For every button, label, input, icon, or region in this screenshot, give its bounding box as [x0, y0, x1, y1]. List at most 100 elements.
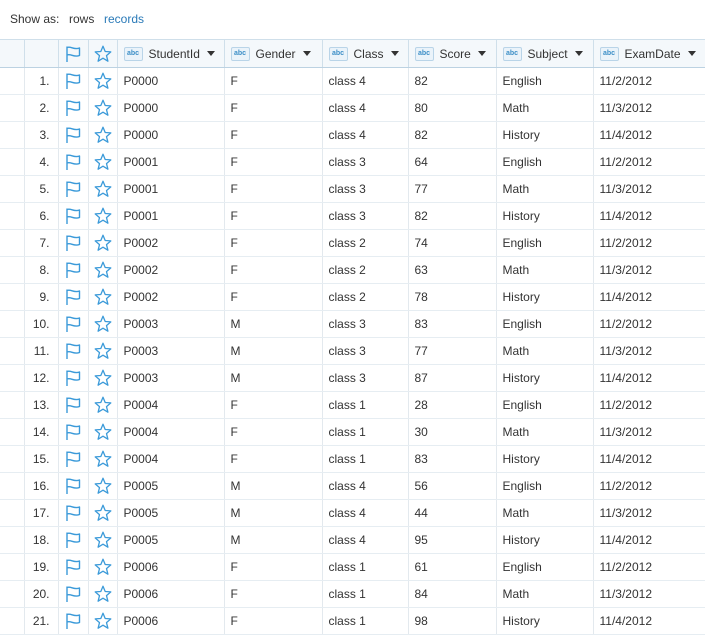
cell-score: 61 [408, 553, 497, 581]
row-flag-toggle[interactable] [58, 256, 89, 284]
row-flag-toggle[interactable] [58, 499, 89, 527]
row-number: 12. [24, 364, 59, 392]
table-row[interactable]: 18. P0005 Mclass 4 95 History 11/4/2012 [0, 526, 705, 554]
row-flag-toggle[interactable] [58, 526, 89, 554]
flag-icon [66, 154, 81, 170]
cell-gender: F [224, 553, 323, 581]
row-flag-toggle[interactable] [58, 310, 89, 338]
row-star-toggle[interactable] [88, 526, 118, 554]
show-as-rows-option[interactable]: rows [69, 12, 94, 26]
row-star-toggle[interactable] [88, 256, 118, 284]
row-flag-toggle[interactable] [58, 283, 89, 311]
table-row[interactable]: 11. P0003 Mclass 3 77 Math 11/3/2012 [0, 337, 705, 365]
row-flag-toggle[interactable] [58, 418, 89, 446]
row-flag-toggle[interactable] [58, 445, 89, 473]
row-star-toggle[interactable] [88, 364, 118, 392]
flag-icon [66, 73, 81, 89]
row-spacer [0, 499, 25, 527]
column-header-studentid[interactable]: abc StudentId [117, 39, 225, 68]
row-star-toggle[interactable] [88, 283, 118, 311]
column-menu-caret-icon[interactable] [574, 51, 583, 56]
table-row[interactable]: 20. P0006 Fclass 1 84 Math 11/3/2012 [0, 580, 705, 608]
column-menu-caret-icon[interactable] [687, 51, 696, 56]
table-row[interactable]: 8. P0002 Fclass 2 63 Math 11/3/2012 [0, 256, 705, 284]
row-flag-toggle[interactable] [58, 391, 89, 419]
row-flag-toggle[interactable] [58, 607, 89, 635]
show-as-records-option[interactable]: records [104, 12, 144, 26]
table-row[interactable]: 12. P0003 Mclass 3 87 History 11/4/2012 [0, 364, 705, 392]
row-star-toggle[interactable] [88, 229, 118, 257]
column-header-gender[interactable]: abc Gender [224, 39, 323, 68]
star-icon [94, 396, 111, 413]
table-row[interactable]: 9. P0002 Fclass 2 78 History 11/4/2012 [0, 283, 705, 311]
row-star-toggle[interactable] [88, 472, 118, 500]
cell-studentid: P0001 [117, 175, 225, 203]
column-header-examdate[interactable]: abc ExamDate [593, 39, 705, 68]
table-row[interactable]: 16. P0005 Mclass 4 56 English 11/2/2012 [0, 472, 705, 500]
table-row[interactable]: 13. P0004 Fclass 1 28 English 11/2/2012 [0, 391, 705, 419]
row-flag-toggle[interactable] [58, 337, 89, 365]
table-row[interactable]: 4. P0001 Fclass 3 64 English 11/2/2012 [0, 148, 705, 176]
row-star-toggle[interactable] [88, 202, 118, 230]
row-star-toggle[interactable] [88, 607, 118, 635]
flag-icon [66, 45, 81, 62]
row-spacer [0, 310, 25, 338]
column-menu-caret-icon[interactable] [302, 51, 311, 56]
column-menu-caret-icon[interactable] [477, 51, 486, 56]
column-menu-caret-icon[interactable] [390, 51, 399, 56]
row-flag-toggle[interactable] [58, 67, 89, 95]
star-icon [94, 477, 111, 494]
row-flag-toggle[interactable] [58, 553, 89, 581]
row-flag-toggle[interactable] [58, 94, 89, 122]
cell-class: class 1 [322, 445, 409, 473]
table-row[interactable]: 19. P0006 Fclass 1 61 English 11/2/2012 [0, 553, 705, 581]
row-flag-toggle[interactable] [58, 229, 89, 257]
table-row[interactable]: 21. P0006 Fclass 1 98 History 11/4/2012 [0, 607, 705, 635]
table-row[interactable]: 17. P0005 Mclass 4 44 Math 11/3/2012 [0, 499, 705, 527]
row-flag-toggle[interactable] [58, 364, 89, 392]
table-row[interactable]: 5. P0001 Fclass 3 77 Math 11/3/2012 [0, 175, 705, 203]
row-star-toggle[interactable] [88, 67, 118, 95]
row-star-toggle[interactable] [88, 580, 118, 608]
cell-class: class 3 [322, 364, 409, 392]
star-icon [94, 423, 111, 440]
row-star-toggle[interactable] [88, 418, 118, 446]
table-row[interactable]: 7. P0002 Fclass 2 74 English 11/2/2012 [0, 229, 705, 257]
row-star-toggle[interactable] [88, 337, 118, 365]
row-star-toggle[interactable] [88, 445, 118, 473]
table-row[interactable]: 14. P0004 Fclass 1 30 Math 11/3/2012 [0, 418, 705, 446]
table-row[interactable]: 2. P0000 Fclass 4 80 Math 11/3/2012 [0, 94, 705, 122]
row-star-toggle[interactable] [88, 499, 118, 527]
column-header-score[interactable]: abc Score [408, 39, 497, 68]
cell-subject: English [496, 391, 594, 419]
table-row[interactable]: 15. P0004 Fclass 1 83 History 11/4/2012 [0, 445, 705, 473]
row-star-toggle[interactable] [88, 553, 118, 581]
table-row[interactable]: 10. P0003 Mclass 3 83 English 11/2/2012 [0, 310, 705, 338]
table-row[interactable]: 6. P0001 Fclass 3 82 History 11/4/2012 [0, 202, 705, 230]
column-header-subject[interactable]: abc Subject [496, 39, 594, 68]
cell-gender: M [224, 364, 323, 392]
table-row[interactable]: 1. P0000 Fclass 4 82 English 11/2/2012 [0, 67, 705, 95]
row-star-toggle[interactable] [88, 94, 118, 122]
row-star-toggle[interactable] [88, 148, 118, 176]
row-star-toggle[interactable] [88, 121, 118, 149]
row-flag-toggle[interactable] [58, 148, 89, 176]
row-star-toggle[interactable] [88, 175, 118, 203]
row-flag-toggle[interactable] [58, 580, 89, 608]
table-row[interactable]: 3. P0000 Fclass 4 82 History 11/4/2012 [0, 121, 705, 149]
column-menu-caret-icon[interactable] [206, 51, 215, 56]
row-flag-toggle[interactable] [58, 472, 89, 500]
header-flag[interactable] [58, 39, 89, 68]
row-star-toggle[interactable] [88, 391, 118, 419]
cell-examdate: 11/3/2012 [593, 337, 705, 365]
row-flag-toggle[interactable] [58, 202, 89, 230]
row-number: 21. [24, 607, 59, 635]
row-flag-toggle[interactable] [58, 121, 89, 149]
row-star-toggle[interactable] [88, 310, 118, 338]
text-type-badge: abc [230, 46, 250, 61]
header-star[interactable] [88, 39, 118, 68]
cell-score: 80 [408, 94, 497, 122]
cell-examdate: 11/3/2012 [593, 499, 705, 527]
row-flag-toggle[interactable] [58, 175, 89, 203]
column-header-class[interactable]: abc Class [322, 39, 409, 68]
